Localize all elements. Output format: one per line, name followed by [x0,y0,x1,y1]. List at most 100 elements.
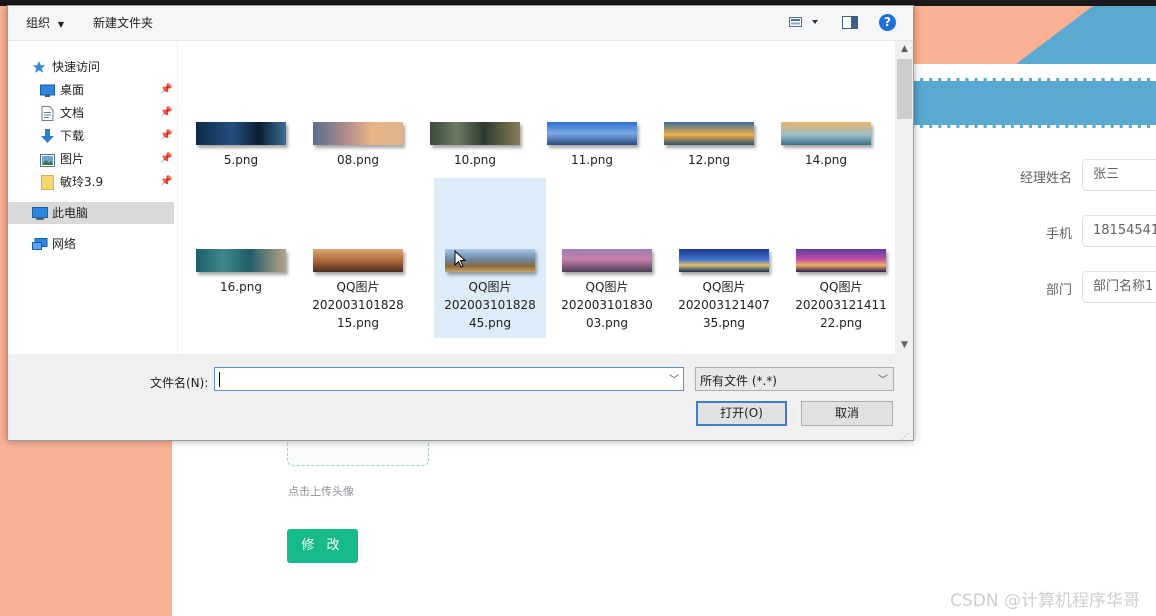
file-name-line: 202003101830 [561,298,653,312]
image-thumbnail [313,249,403,272]
new-folder-button[interactable]: 新建文件夹 [93,14,153,31]
file-item[interactable]: QQ图片 202003121407 35.png [668,249,780,332]
department-select[interactable]: 部门名称1 [1082,271,1156,303]
nav-item-label: 图片 [60,152,85,166]
image-thumbnail [547,122,637,145]
file-type-value: 所有文件 (*.*) [700,374,777,388]
blue-dashed-banner [905,78,1156,128]
pictures-icon [40,152,55,167]
image-thumbnail [196,122,286,145]
file-type-select[interactable]: 所有文件 (*.*) ﹀ [695,367,894,391]
file-name-line: 35.png [703,316,745,330]
image-thumbnail [664,122,754,145]
scroll-up-icon[interactable]: ▲ [896,44,913,54]
file-name: 5.png [223,153,259,167]
file-item[interactable]: QQ图片 202003101830 03.png [551,249,663,332]
file-name-line: QQ图片 [336,280,380,294]
nav-item-label: 敏玲3.9 [60,175,104,189]
nav-item-label: 桌面 [60,83,85,97]
file-name: 12.png [688,153,730,167]
file-name-line: QQ图片 [702,280,746,294]
image-thumbnail [313,122,403,145]
nav-this-pc[interactable]: 此电脑 [8,202,174,224]
organize-label: 组织 [26,16,51,30]
scroll-down-icon[interactable]: ▼ [896,340,913,350]
file-item[interactable]: 5.png [185,122,297,169]
file-name-line: QQ图片 [468,280,512,294]
star-icon [32,59,47,73]
manager-name-label: 经理姓名 [1019,171,1072,186]
file-item[interactable]: QQ图片 202003101828 15.png [302,249,414,332]
resize-grip-icon[interactable]: ⋰ [901,432,909,441]
pin-icon[interactable]: 📌 [160,171,172,193]
file-item[interactable]: QQ图片 202003121411 22.png [785,249,895,332]
file-name-line: 03.png [586,316,628,330]
nav-pictures[interactable]: 图片 📌 [8,148,174,170]
pin-icon[interactable]: 📌 [160,125,172,147]
chevron-down-icon: ﹀ [878,375,888,386]
open-button[interactable]: 打开(O) [696,401,787,426]
view-options-icon[interactable] [789,16,819,33]
image-thumbnail [430,122,520,145]
nav-this-pc-label: 此电脑 [52,206,89,220]
organize-menu[interactable]: 组织 ▼ [26,14,64,31]
filename-input[interactable]: ﹀ [214,367,684,391]
file-item[interactable]: 11.png [536,122,648,169]
cancel-button[interactable]: 取消 [801,401,893,426]
computer-icon [32,206,48,220]
nav-documents[interactable]: 文档 📌 [8,102,174,124]
image-thumbnail [796,249,886,272]
nav-folder-minling[interactable]: 敏玲3.9 📌 [8,171,174,193]
nav-network[interactable]: 网络 [8,233,174,255]
file-item-selected[interactable]: QQ图片 202003101828 45.png [434,178,546,338]
chevron-down-icon: ▼ [57,20,64,29]
navigation-pane: 快速访问 桌面 📌 文档 📌 下载 📌 图片 📌 敏玲3.9 📌 此电脑 网络 [8,41,178,354]
file-item[interactable]: 10.png [419,122,531,169]
file-item[interactable]: 08.png [302,122,414,169]
chevron-down-icon[interactable]: ﹀ [669,371,679,386]
file-name: 10.png [454,153,496,167]
file-name-line: QQ图片 [585,280,629,294]
image-thumbnail [679,249,769,272]
image-thumbnail [562,249,652,272]
desktop-icon [40,83,55,97]
phone-input[interactable]: 18154541 [1082,215,1156,247]
nav-quick-access-label: 快速访问 [52,60,101,74]
phone-label: 手机 [1045,227,1072,242]
document-icon [41,106,56,121]
modify-button[interactable]: 修 改 [287,529,358,563]
pin-icon[interactable]: 📌 [160,79,172,101]
image-thumbnail [781,122,871,145]
help-icon[interactable]: ? [879,14,896,31]
manager-name-input[interactable]: 张三 [1082,159,1156,191]
text-caret [219,372,220,387]
file-name-line: 45.png [469,316,511,330]
file-item[interactable]: 16.png [185,249,297,296]
nav-quick-access[interactable]: 快速访问 [8,56,174,78]
file-name-line: 15.png [337,316,379,330]
file-name-line: 202003101828 [444,298,536,312]
file-open-dialog: 组织 ▼ 新建文件夹 ? 快速访问 桌面 📌 文档 📌 下载 📌 图片 📌 敏玲… [7,5,914,441]
pin-icon[interactable]: 📌 [160,148,172,170]
nav-item-label: 文档 [60,106,85,120]
pin-icon[interactable]: 📌 [160,102,172,124]
file-item[interactable]: 14.png [770,122,882,169]
upload-hint: 点击上传头像 [288,485,354,498]
department-label: 部门 [1045,283,1072,298]
vertical-scrollbar[interactable]: ▲ ▼ [896,41,913,354]
blue-triangle-decoration [1016,6,1156,64]
nav-desktop[interactable]: 桌面 📌 [8,79,174,101]
image-thumbnail [196,249,286,272]
network-icon [32,237,48,251]
file-name: 11.png [571,153,613,167]
file-name: 08.png [337,153,379,167]
dialog-footer: 文件名(N): ﹀ 所有文件 (*.*) ﹀ 打开(O) 取消 ⋰ [8,354,913,441]
file-name-line: QQ图片 [819,280,863,294]
nav-network-label: 网络 [52,237,77,251]
nav-downloads[interactable]: 下载 📌 [8,125,174,147]
scrollbar-thumb[interactable] [897,59,912,119]
file-name: 14.png [805,153,847,167]
preview-pane-icon[interactable] [842,16,858,32]
watermark: CSDN @计算机程序华哥 [950,591,1140,611]
file-item[interactable]: 12.png [653,122,765,169]
